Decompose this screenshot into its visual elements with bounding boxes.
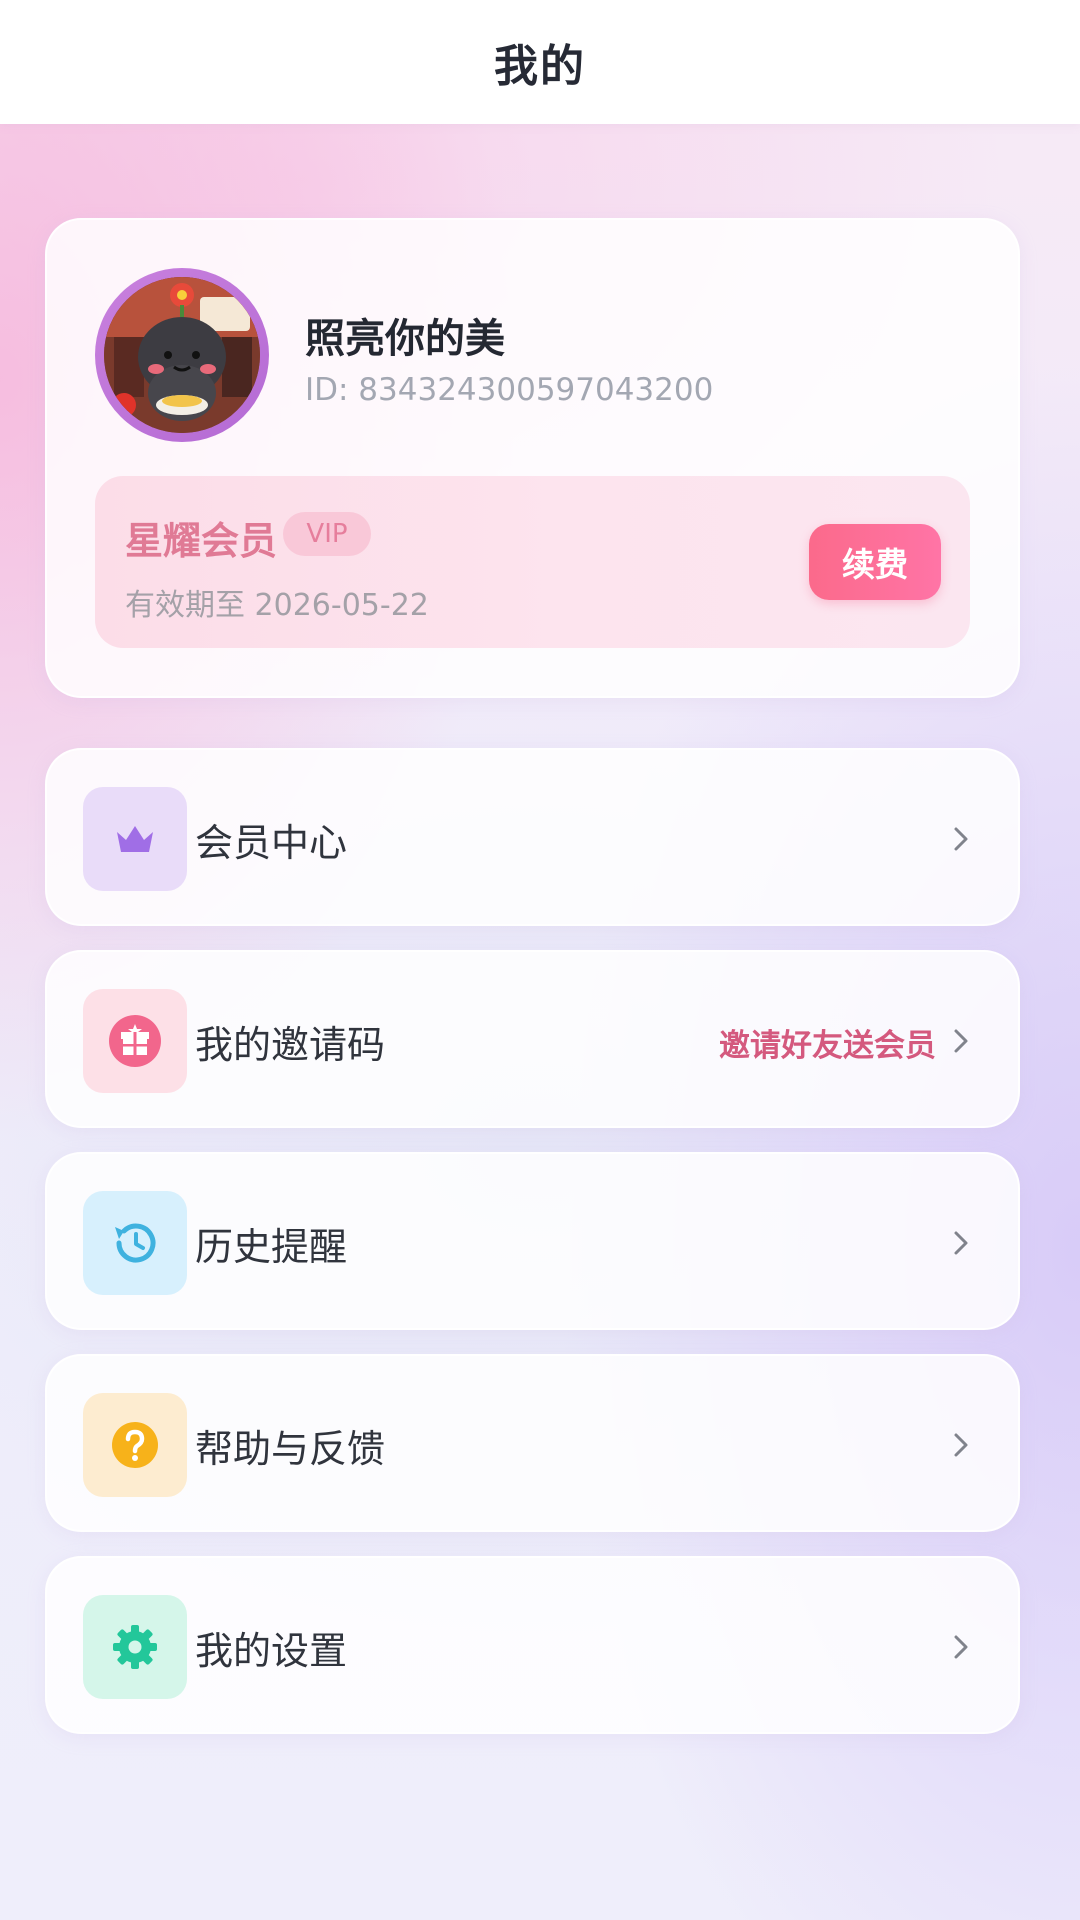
gift-icon (83, 989, 187, 1093)
gear-icon (83, 1595, 187, 1699)
chevron-right-icon (954, 1231, 968, 1255)
menu-item-settings[interactable]: 我的设置 (45, 1556, 1020, 1734)
avatar-image (104, 277, 260, 433)
user-id: ID: 834324300597043200 (305, 372, 714, 408)
menu-item-label: 会员中心 (195, 821, 348, 865)
top-bar: 我的 (0, 0, 1080, 124)
menu-item-label: 帮助与反馈 (195, 1427, 386, 1471)
menu-item-label: 我的设置 (195, 1629, 348, 1673)
page-title: 我的 (494, 41, 586, 92)
vip-panel: 星耀会员 VIP 有效期至 2026-05-22 续费 (95, 476, 970, 648)
chevron-right-icon (954, 1029, 968, 1053)
crown-icon (83, 787, 187, 891)
username: 照亮你的美 (305, 316, 505, 362)
vip-title: 星耀会员 (125, 519, 278, 563)
avatar[interactable] (95, 268, 269, 442)
menu-item-member-center[interactable]: 会员中心 (45, 748, 1020, 926)
menu-item-label: 历史提醒 (195, 1225, 348, 1269)
help-icon (83, 1393, 187, 1497)
chevron-right-icon (954, 1433, 968, 1457)
renew-button[interactable]: 续费 (809, 524, 941, 600)
history-icon (83, 1191, 187, 1295)
menu-item-help-feedback[interactable]: 帮助与反馈 (45, 1354, 1020, 1532)
menu-item-label: 我的邀请码 (195, 1023, 386, 1067)
profile-card: 照亮你的美 ID: 834324300597043200 星耀会员 VIP 有效… (45, 218, 1020, 698)
chevron-right-icon (954, 827, 968, 851)
vip-badge: VIP (283, 512, 371, 556)
menu-item-invite-code[interactable]: 我的邀请码 邀请好友送会员 (45, 950, 1020, 1128)
invite-promo-text: 邀请好友送会员 (719, 1028, 936, 1064)
chevron-right-icon (954, 1635, 968, 1659)
vip-expiry: 有效期至 2026-05-22 (125, 588, 429, 623)
menu-item-history[interactable]: 历史提醒 (45, 1152, 1020, 1330)
